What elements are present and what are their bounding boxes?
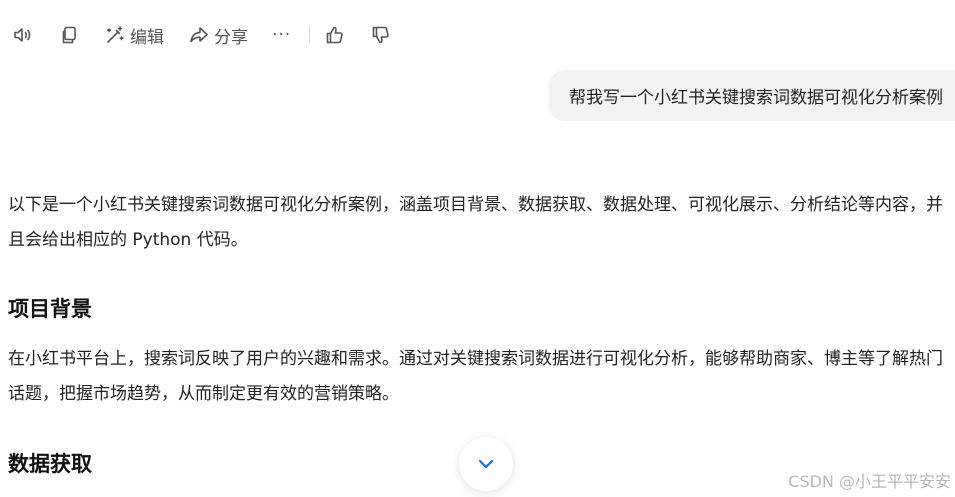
- toolbar-divider: [309, 27, 311, 43]
- message-action-toolbar: 编辑 分享 ···: [12, 22, 392, 48]
- share-arrow-icon: [190, 27, 208, 43]
- speaker-icon: [14, 28, 31, 42]
- read-aloud-button[interactable]: [12, 24, 34, 46]
- section-heading-data-acquisition: 数据获取: [8, 452, 92, 476]
- scroll-to-bottom-button[interactable]: [459, 437, 513, 491]
- thumbs-down-icon: [372, 26, 389, 44]
- user-message-text: 帮我写一个小红书关键搜索词数据可视化分析案例: [569, 88, 943, 108]
- edit-button[interactable]: 编辑: [104, 23, 164, 48]
- user-message-bubble: 帮我写一个小红书关键搜索词数据可视化分析案例: [549, 70, 955, 121]
- section-heading-project-background: 项目背景: [8, 297, 92, 321]
- thumbs-up-icon: [326, 26, 343, 44]
- chat-page: 编辑 分享 ··· 帮我写一个小红书关键搜索词数据可视化分析案例 以下是一个小红…: [0, 0, 955, 497]
- assistant-answer: 以下是一个小红书关键搜索词数据可视化分析案例，涵盖项目背景、数据获取、数据处理、…: [8, 188, 953, 258]
- more-icon: ···: [272, 25, 292, 45]
- copy-button[interactable]: [58, 24, 80, 46]
- chevron-down-icon: [478, 459, 494, 469]
- more-button[interactable]: ···: [272, 25, 291, 45]
- share-label: 分享: [214, 27, 248, 48]
- watermark: CSDN @小王平平安安: [788, 472, 951, 491]
- dislike-button[interactable]: [370, 24, 392, 46]
- like-button[interactable]: [324, 24, 346, 46]
- section-body-project-background: 在小红书平台上，搜索词反映了用户的兴趣和需求。通过对关键搜索词数据进行可视化分析…: [8, 349, 943, 404]
- edit-label: 编辑: [130, 27, 164, 48]
- share-button[interactable]: 分享: [188, 23, 248, 48]
- copy-icon: [62, 26, 76, 44]
- answer-intro: 以下是一个小红书关键搜索词数据可视化分析案例，涵盖项目背景、数据获取、数据处理、…: [8, 195, 943, 250]
- edit-wand-icon: [107, 26, 124, 43]
